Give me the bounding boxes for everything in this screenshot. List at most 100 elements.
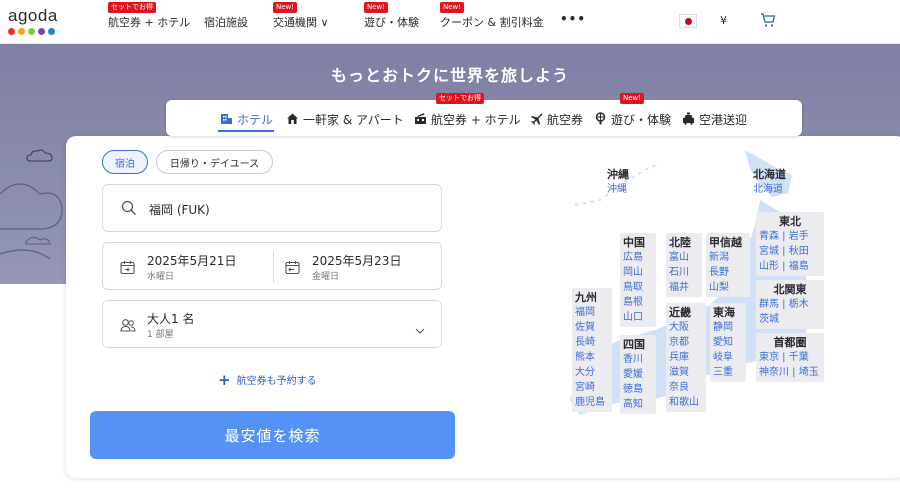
region-koshinetsu[interactable]: 甲信越 新潟 長野 山梨 [706,233,750,297]
region-city[interactable]: 高知 [623,397,653,412]
agoda-logo[interactable]: agoda [8,6,68,38]
region-city[interactable]: 佐賀 [575,320,609,335]
region-kitakanto[interactable]: 北関東 群馬 | 栃木 茨城 [756,280,824,329]
tab-hotel[interactable]: ホテル [220,111,273,128]
region-city[interactable]: 奈良 [669,380,703,395]
region-city[interactable]: 石川 [669,265,699,280]
tab-badge: New! [620,93,645,104]
chevron-down-icon [415,320,425,339]
region-city[interactable]: 静岡 [713,320,743,335]
region-city[interactable]: 神奈川 | 埼玉 [759,365,821,380]
region-city[interactable]: 宮城 | 秋田 [759,244,821,259]
logo-dot [48,28,55,35]
guests-selector[interactable]: 大人1 名 1 部屋 [102,300,442,348]
nav-item-coupons[interactable]: クーポン & 割引料金 [440,14,544,30]
tab-flights[interactable]: 航空券 [530,111,583,128]
region-city[interactable]: 東京 | 千葉 [759,350,821,365]
search-button[interactable]: 最安値を検索 [90,411,455,459]
region-city[interactable]: 岡山 [623,265,653,280]
logo-dot [28,28,35,35]
region-city[interactable]: 茨城 [759,312,821,327]
region-hokkaido[interactable]: 北海道 北海道 [750,165,802,199]
region-city[interactable]: 鳥取 [623,280,653,295]
dayuse-toggle[interactable]: 日帰り・デイユース [156,150,273,174]
people-icon [120,318,136,337]
region-city[interactable]: 福井 [669,280,699,295]
nav-item-flight-hotel[interactable]: 航空券 + ホテル [108,14,190,30]
region-name: 北関東 [773,283,807,296]
checkout-date[interactable]: 2025年5月23日 [312,252,401,269]
guests-count: 大人1 名 [147,312,195,326]
region-city[interactable]: 兵庫 [669,350,703,365]
region-hokuriku[interactable]: 北陸 富山 石川 福井 [666,233,702,297]
more-menu-button[interactable]: ••• [560,12,586,26]
region-tokai[interactable]: 東海 静岡 愛知 岐阜 三重 [710,303,746,382]
tab-label: 航空券 [547,113,584,127]
nav-item-transport[interactable]: 交通機関 ∨ [273,14,329,30]
tab-label: 一軒家 & アパート [303,113,404,127]
region-city[interactable]: 山梨 [709,280,747,295]
date-picker[interactable]: 2025年5月21日 水曜日 2025年5月23日 金曜日 [102,242,442,290]
logo-dot [8,28,15,35]
calendar-checkin-icon [120,260,135,279]
region-city[interactable]: 香川 [623,352,653,367]
search-icon [121,200,137,220]
region-city[interactable]: 徳島 [623,382,653,397]
region-city[interactable]: 群馬 | 栃木 [759,297,821,312]
region-kinki[interactable]: 近畿 大阪 京都 兵庫 滋賀 奈良 和歌山 [666,303,706,412]
tab-activities[interactable]: 遊び・体験 [594,111,671,128]
currency-selector[interactable]: ¥ [720,14,727,27]
region-city[interactable]: 滋賀 [669,365,703,380]
region-city[interactable]: 北海道 [753,182,799,197]
region-city[interactable]: 長野 [709,265,747,280]
add-flight-link[interactable]: + 航空券も予約する [218,372,317,387]
region-city[interactable]: 岐阜 [713,350,743,365]
calendar-checkout-icon [285,260,300,279]
flag-circle [684,17,692,25]
region-city[interactable]: 長崎 [575,335,609,350]
region-city[interactable]: 富山 [669,250,699,265]
tab-label: 航空券 + ホテル [431,113,521,127]
region-city[interactable]: 三重 [713,365,743,380]
region-city[interactable]: 愛知 [713,335,743,350]
overnight-toggle[interactable]: 宿泊 [102,150,148,174]
region-city[interactable]: 青森 | 岩手 [759,229,821,244]
region-shutoken[interactable]: 首都圏 東京 | 千葉 神奈川 | 埼玉 [756,333,824,382]
region-city[interactable]: 沖縄 [607,182,639,197]
region-city[interactable]: 山口 [623,310,653,325]
region-city[interactable]: 愛媛 [623,367,653,382]
region-city[interactable]: 山形 | 福島 [759,259,821,274]
region-city[interactable]: 新潟 [709,250,747,265]
tab-airport-transfer[interactable]: 空港送迎 [682,111,747,128]
tab-house-apartment[interactable]: 一軒家 & アパート [286,111,404,128]
region-okinawa[interactable]: 沖縄 沖縄 [604,165,642,199]
flight-hotel-icon [414,112,427,128]
date-divider [273,251,274,283]
destination-input[interactable]: 福岡 (FUK) [102,184,442,232]
logo-dots [8,28,68,35]
region-city[interactable]: 大分 [575,365,609,380]
region-city[interactable]: 和歌山 [669,395,703,410]
checkin-date[interactable]: 2025年5月21日 [147,252,236,269]
region-city[interactable]: 鹿児島 [575,395,609,410]
region-kyushu[interactable]: 九州 福岡 佐賀 長崎 熊本 大分 宮崎 鹿児島 [572,288,612,412]
region-city[interactable]: 広島 [623,250,653,265]
region-chugoku[interactable]: 中国 広島 岡山 鳥取 島根 山口 [620,233,656,327]
top-nav: agoda セットでお得 航空券 + ホテル 宿泊施設 New! 交通機関 ∨ … [0,0,900,44]
logo-dot [38,28,45,35]
region-city[interactable]: 宮崎 [575,380,609,395]
cart-icon[interactable] [760,12,776,32]
tab-flight-hotel[interactable]: 航空券 + ホテル [414,111,521,128]
region-city[interactable]: 大阪 [669,320,703,335]
nav-item-accommodation[interactable]: 宿泊施設 [204,14,248,30]
region-city[interactable]: 京都 [669,335,703,350]
region-shikoku[interactable]: 四国 香川 愛媛 徳島 高知 [620,335,656,414]
region-city[interactable]: 熊本 [575,350,609,365]
nav-item-activities[interactable]: 遊び・体験 [364,14,419,30]
region-tohoku[interactable]: 東北 青森 | 岩手 宮城 | 秋田 山形 | 福島 [756,212,824,276]
region-name: 東海 [713,306,735,319]
add-flight-label: 航空券も予約する [236,376,317,387]
japan-flag-icon[interactable] [679,14,697,28]
region-city[interactable]: 福岡 [575,305,609,320]
region-city[interactable]: 島根 [623,295,653,310]
